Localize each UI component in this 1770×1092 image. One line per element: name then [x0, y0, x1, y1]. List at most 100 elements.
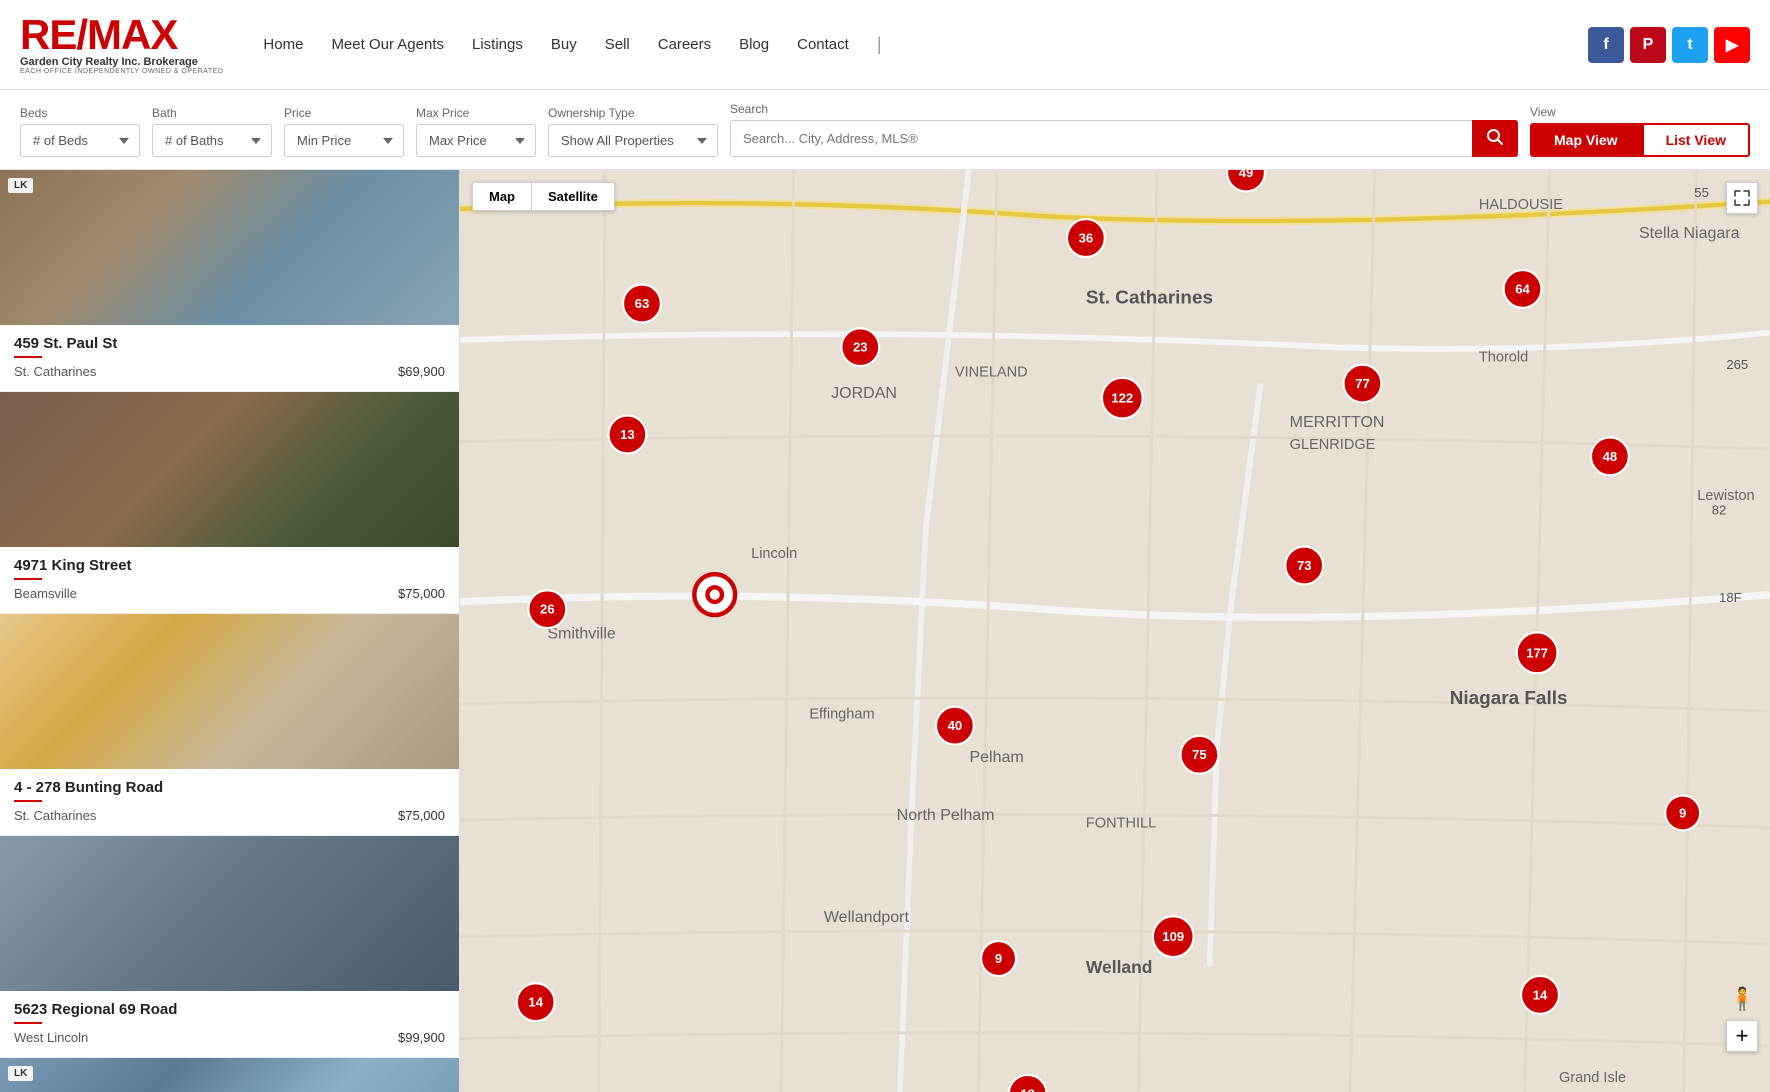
- property-details: West Lincoln $99,900: [14, 1030, 445, 1045]
- map-pin-64[interactable]: 64: [1504, 270, 1542, 308]
- search-icon: [1486, 128, 1504, 146]
- svg-text:26: 26: [540, 602, 555, 617]
- logo-tagline: Each Office Independently Owned & Operat…: [20, 68, 223, 75]
- search-label: Search: [730, 102, 1518, 116]
- nav-home[interactable]: Home: [263, 36, 303, 53]
- property-info: 4 - 278 Bunting RoadSt. Catharines$75,00…: [0, 769, 459, 835]
- price-label: Price: [284, 106, 404, 120]
- property-price: $99,900: [398, 1030, 445, 1045]
- map-view-button[interactable]: Map View: [1530, 123, 1642, 157]
- svg-text:13: 13: [620, 427, 635, 442]
- bath-select[interactable]: # of Baths: [152, 124, 272, 157]
- svg-text:265: 265: [1726, 357, 1748, 372]
- nav-agents[interactable]: Meet Our Agents: [331, 36, 444, 53]
- tab-map[interactable]: Map: [473, 183, 532, 210]
- property-card[interactable]: 4971 King StreetBeamsville$75,000: [0, 392, 459, 614]
- pinterest-icon[interactable]: P: [1630, 27, 1666, 63]
- property-card[interactable]: 4 - 278 Bunting RoadSt. Catharines$75,00…: [0, 614, 459, 836]
- svg-text:13: 13: [1020, 1086, 1035, 1092]
- max-price-select[interactable]: Max Price: [416, 124, 536, 157]
- property-price: $75,000: [398, 808, 445, 823]
- max-price-filter: Max Price Max Price: [416, 106, 536, 157]
- svg-text:23: 23: [853, 340, 868, 355]
- price-select[interactable]: Min Price: [284, 124, 404, 157]
- map-pin-23[interactable]: 23: [841, 328, 879, 366]
- filter-bar: Beds # of Beds Bath # of Baths Price Min…: [0, 90, 1770, 170]
- map-svg: St. Catharines JORDAN VINELAND MERRITTON…: [460, 170, 1770, 1092]
- zoom-in-button[interactable]: +: [1726, 1020, 1758, 1052]
- svg-text:St. Catharines: St. Catharines: [1086, 288, 1213, 309]
- svg-text:49: 49: [1239, 170, 1254, 180]
- listing-badge: LK: [8, 178, 33, 193]
- svg-text:GLENRIDGE: GLENRIDGE: [1290, 437, 1376, 453]
- main-nav: Home Meet Our Agents Listings Buy Sell C…: [263, 34, 1588, 55]
- svg-text:Lincoln: Lincoln: [751, 546, 797, 562]
- svg-text:36: 36: [1079, 231, 1094, 246]
- map-pin-selected[interactable]: [694, 574, 735, 615]
- twitter-icon[interactable]: t: [1672, 27, 1708, 63]
- search-input[interactable]: [730, 120, 1472, 157]
- map-pin-36[interactable]: 36: [1067, 219, 1105, 257]
- map-pin-48[interactable]: 48: [1591, 437, 1629, 475]
- svg-text:177: 177: [1526, 645, 1548, 660]
- property-card[interactable]: 5623 Regional 69 RoadWest Lincoln$99,900: [0, 836, 459, 1058]
- property-image: [0, 836, 459, 991]
- fullscreen-button[interactable]: [1726, 182, 1758, 214]
- svg-text:Wellandport: Wellandport: [824, 909, 910, 926]
- map-pin-75[interactable]: 75: [1181, 736, 1219, 774]
- search-group: Search: [730, 102, 1518, 157]
- nav-sell[interactable]: Sell: [605, 36, 630, 53]
- nav-blog[interactable]: Blog: [739, 36, 769, 53]
- svg-text:9: 9: [995, 951, 1002, 966]
- map-pin-109[interactable]: 109: [1153, 916, 1194, 957]
- svg-text:Welland: Welland: [1086, 957, 1153, 977]
- list-view-button[interactable]: List View: [1642, 123, 1750, 157]
- nav-contact[interactable]: Contact: [797, 36, 849, 53]
- nav-listings[interactable]: Listings: [472, 36, 523, 53]
- map-pin-40[interactable]: 40: [936, 707, 974, 745]
- svg-text:Smithville: Smithville: [547, 625, 616, 642]
- property-image: [0, 392, 459, 547]
- map-pin-63[interactable]: 63: [623, 285, 661, 323]
- svg-text:14: 14: [1533, 987, 1548, 1002]
- nav-buy[interactable]: Buy: [551, 36, 577, 53]
- property-price: $69,900: [398, 364, 445, 379]
- property-card[interactable]: LK: [0, 1058, 459, 1092]
- pegman-icon[interactable]: 🧍: [1729, 986, 1756, 1012]
- svg-text:77: 77: [1355, 376, 1370, 391]
- beds-select[interactable]: # of Beds: [20, 124, 140, 157]
- property-list: LK459 St. Paul StSt. Catharines$69,90049…: [0, 170, 460, 1092]
- svg-text:FONTHILL: FONTHILL: [1086, 816, 1156, 832]
- facebook-icon[interactable]: f: [1588, 27, 1624, 63]
- logo[interactable]: RE/MAX Garden City Realty Inc. Brokerage…: [20, 14, 223, 75]
- map-pin-73[interactable]: 73: [1285, 547, 1323, 585]
- svg-text:Niagara Falls: Niagara Falls: [1450, 688, 1568, 709]
- ownership-filter: Ownership Type Show All Properties: [548, 106, 718, 157]
- tab-satellite[interactable]: Satellite: [532, 183, 614, 210]
- header: RE/MAX Garden City Realty Inc. Brokerage…: [0, 0, 1770, 90]
- map-pin-13[interactable]: 13: [608, 416, 646, 454]
- ownership-label: Ownership Type: [548, 106, 718, 120]
- svg-text:18F: 18F: [1719, 590, 1742, 605]
- search-button[interactable]: [1472, 120, 1518, 157]
- map-pin-26[interactable]: 26: [528, 590, 566, 628]
- property-city: St. Catharines: [14, 808, 96, 823]
- svg-text:109: 109: [1162, 929, 1184, 944]
- nav-careers[interactable]: Careers: [658, 36, 711, 53]
- ownership-select[interactable]: Show All Properties: [548, 124, 718, 157]
- property-city: Beamsville: [14, 586, 77, 601]
- map-pin-9-left[interactable]: 9: [981, 941, 1016, 976]
- map-pin-122[interactable]: 122: [1102, 378, 1143, 419]
- property-details: St. Catharines$69,900: [14, 364, 445, 379]
- svg-text:55: 55: [1694, 185, 1709, 200]
- map-pin-14-right[interactable]: 14: [1521, 976, 1559, 1014]
- map-pin-177[interactable]: 177: [1517, 632, 1558, 673]
- beds-filter: Beds # of Beds: [20, 106, 140, 157]
- property-city: West Lincoln: [14, 1030, 88, 1045]
- fullscreen-icon: [1734, 190, 1750, 206]
- map-pin-77[interactable]: 77: [1344, 365, 1382, 403]
- youtube-icon[interactable]: ▶: [1714, 27, 1750, 63]
- map-pin-9-right[interactable]: 9: [1665, 795, 1700, 830]
- map-pin-14-left[interactable]: 14: [517, 983, 555, 1021]
- property-card[interactable]: LK459 St. Paul StSt. Catharines$69,900: [0, 170, 459, 392]
